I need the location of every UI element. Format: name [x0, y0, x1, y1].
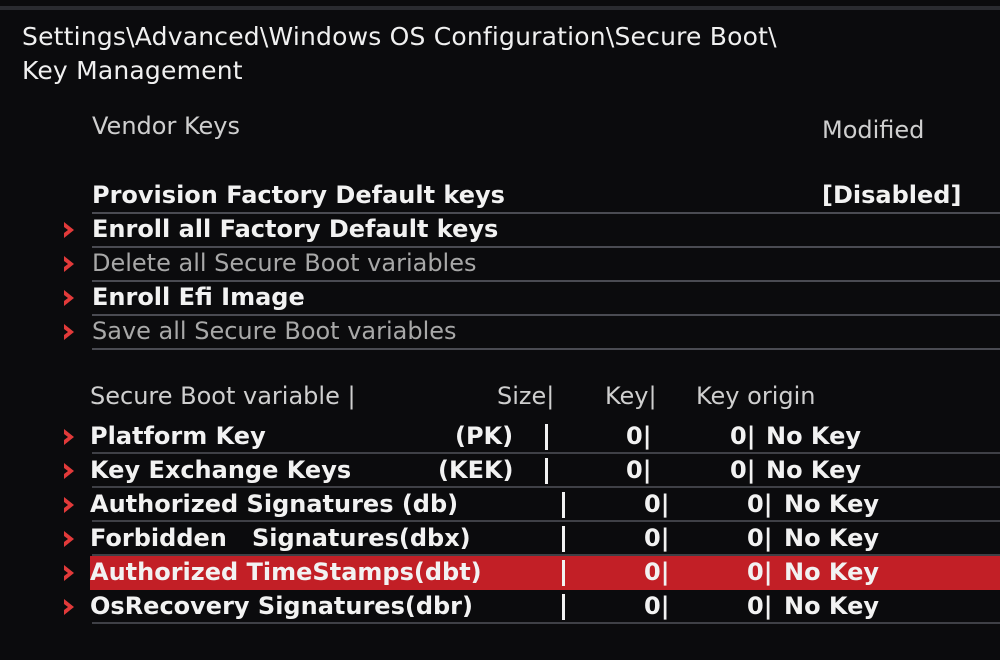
chevron-right-icon [64, 290, 74, 306]
column-separator [562, 594, 565, 620]
row-divider [92, 622, 1000, 624]
variable-name: Platform Key [90, 422, 266, 450]
header-size: Size| [497, 382, 555, 410]
header-key: Key| [605, 382, 657, 410]
column-separator [562, 560, 565, 586]
table-row-key-exchange-keys[interactable]: Key Exchange Keys (KEK) 0| 0| No Key [0, 454, 1000, 488]
header-key-origin: Key origin [696, 382, 816, 410]
menu-item-enroll-efi-image[interactable]: Enroll Efi Image [0, 282, 1000, 316]
variables-table-header: Secure Boot variable | Size| Key| Key or… [0, 382, 1000, 416]
variable-key: 0| [747, 592, 773, 620]
menu-item-label: Save all Secure Boot variables [92, 317, 457, 345]
menu-item-label: Enroll Efi Image [92, 283, 305, 311]
column-separator [562, 492, 565, 518]
variable-key: 0| [747, 490, 773, 518]
vendor-keys-label: Vendor Keys [92, 112, 240, 140]
variable-key: 0| [730, 456, 756, 484]
variable-key-origin: No Key [784, 592, 880, 620]
table-row-platform-key[interactable]: Platform Key (PK) 0| 0| No Key [0, 420, 1000, 454]
variable-key: 0| [747, 524, 773, 552]
table-row-authorized-timestamps[interactable]: Authorized TimeStamps(dbt) 0| 0| No Key [0, 556, 1000, 590]
menu-item-enroll-all-factory-default-keys[interactable]: Enroll all Factory Default keys [0, 214, 1000, 248]
column-separator [545, 424, 548, 450]
table-row-forbidden-signatures[interactable]: Forbidden Signatures(dbx) 0| 0| No Key [0, 522, 1000, 556]
top-divider [0, 6, 1000, 10]
chevron-right-icon [64, 565, 74, 581]
variable-name: OsRecovery Signatures(dbr) [90, 592, 473, 620]
variable-key-origin: No Key [784, 524, 880, 552]
menu-item-label: Provision Factory Default keys [92, 181, 505, 209]
variable-key-origin: No Key [784, 490, 880, 518]
breadcrumb: Settings\Advanced\Windows OS Configurati… [22, 22, 777, 51]
table-row-osrecovery-signatures[interactable]: OsRecovery Signatures(dbr) 0| 0| No Key [0, 590, 1000, 624]
menu-item-label: Enroll all Factory Default keys [92, 215, 499, 243]
variable-name: Forbidden Signatures(dbx) [90, 524, 471, 552]
variable-key-origin: No Key [766, 422, 862, 450]
vendor-keys-status: Modified [822, 116, 925, 144]
column-separator [562, 526, 565, 552]
variable-size: 0| [644, 524, 670, 552]
variable-key: 0| [747, 558, 773, 586]
chevron-right-icon [64, 222, 74, 238]
variable-size: 0| [626, 456, 652, 484]
table-row-authorized-signatures[interactable]: Authorized Signatures (db) 0| 0| No Key [0, 488, 1000, 522]
variable-size: 0| [644, 490, 670, 518]
chevron-right-icon [64, 256, 74, 272]
chevron-right-icon [64, 463, 74, 479]
variable-name: Authorized TimeStamps(dbt) [90, 558, 482, 586]
variable-abbr: (KEK) [438, 456, 514, 484]
header-variable: Secure Boot variable | [90, 382, 356, 410]
chevron-right-icon [64, 324, 74, 340]
menu-item-provision-factory-default-keys[interactable]: Provision Factory Default keys [Disabled… [0, 180, 1000, 214]
variable-key-origin: No Key [784, 558, 880, 586]
menu-item-label: Delete all Secure Boot variables [92, 249, 477, 277]
variable-size: 0| [644, 558, 670, 586]
variable-key-origin: No Key [766, 456, 862, 484]
variable-name: Authorized Signatures (db) [90, 490, 459, 518]
variable-name: Key Exchange Keys [90, 456, 352, 484]
chevron-right-icon [64, 497, 74, 513]
chevron-right-icon [64, 429, 74, 445]
variable-size: 0| [644, 592, 670, 620]
variable-size: 0| [626, 422, 652, 450]
provision-value[interactable]: [Disabled] [822, 181, 961, 209]
row-divider [92, 348, 1000, 350]
column-separator [545, 458, 548, 484]
menu-item-save-all-secure-boot-variables[interactable]: Save all Secure Boot variables [0, 316, 1000, 350]
menu-item-delete-all-secure-boot-variables[interactable]: Delete all Secure Boot variables [0, 248, 1000, 282]
chevron-right-icon [64, 599, 74, 615]
chevron-right-icon [64, 531, 74, 547]
page-title: Key Management [22, 56, 243, 85]
variable-key: 0| [730, 422, 756, 450]
variable-abbr: (PK) [455, 422, 514, 450]
